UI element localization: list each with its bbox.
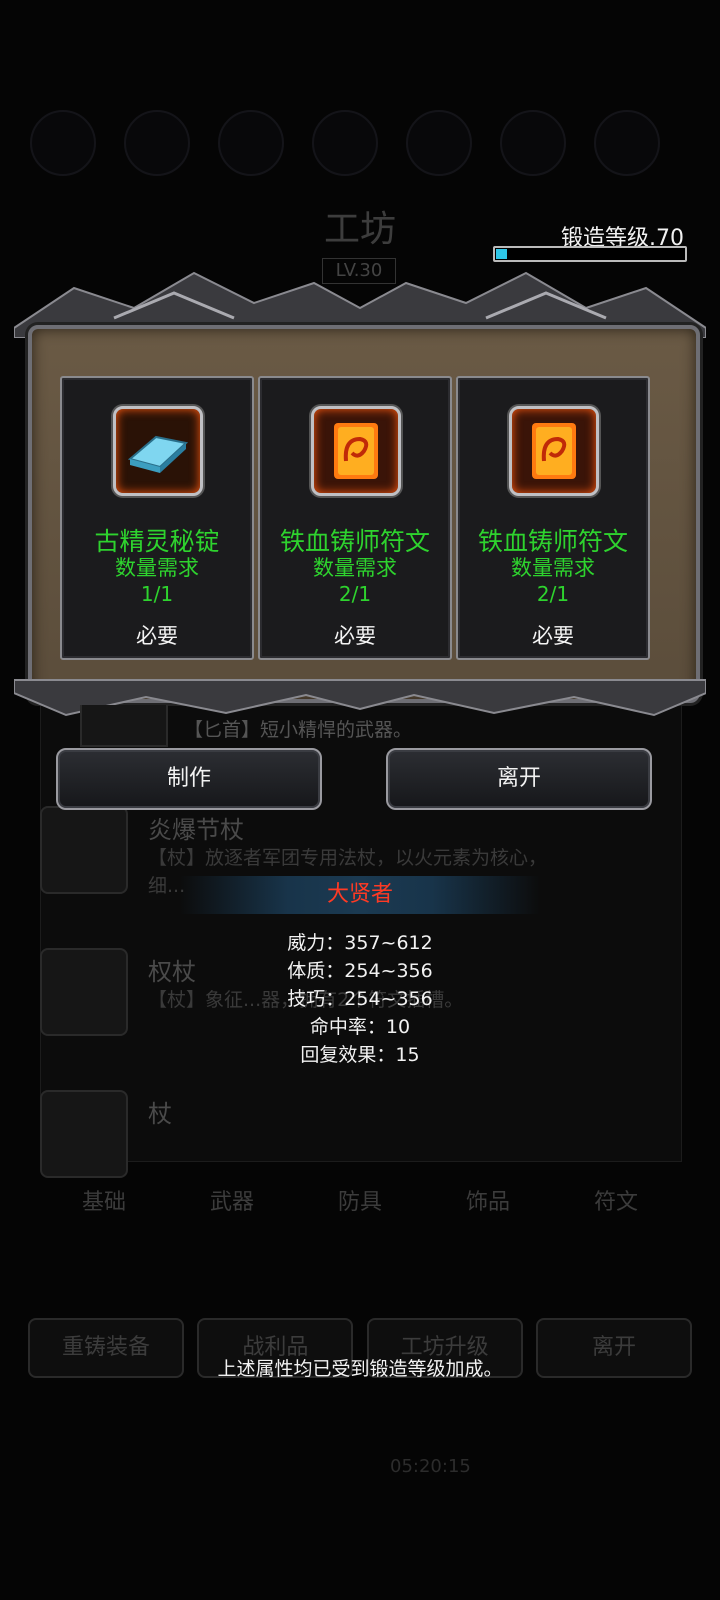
menu-icon xyxy=(124,110,190,176)
leave-button[interactable]: 离开 xyxy=(386,748,652,810)
rune-icon xyxy=(509,406,599,496)
top-icon-row xyxy=(30,110,690,180)
list-item-name: 杖 xyxy=(148,1100,172,1128)
menu-icon xyxy=(30,110,96,176)
quantity-count: 2/1 xyxy=(536,582,570,606)
requirement-card: 铁血铸师符文 数量需求 2/1 必要 xyxy=(456,376,650,660)
required-label: 必要 xyxy=(532,624,574,648)
workshop-title: 工坊 xyxy=(323,209,396,250)
tab-rune: 符文 xyxy=(593,1190,638,1215)
tab-armor: 防具 xyxy=(337,1190,382,1215)
ingot-icon xyxy=(113,406,203,496)
menu-icon xyxy=(406,110,472,176)
forge-progress-bar xyxy=(493,246,687,262)
requirement-card: 铁血铸师符文 数量需求 2/1 必要 xyxy=(258,376,452,660)
timer-text: 05:20:15 xyxy=(390,1456,471,1477)
quantity-label: 数量需求 xyxy=(511,556,595,580)
category-tabs: 基础 武器 防具 饰品 符文 xyxy=(40,1165,680,1235)
quantity-count: 1/1 xyxy=(140,582,174,606)
menu-icon xyxy=(594,110,660,176)
required-label: 必要 xyxy=(136,624,178,648)
stat-line-accuracy: 命中率：10 xyxy=(309,1016,411,1038)
list-item-peek: 【匕首】短小精悍的武器。 xyxy=(80,705,640,747)
stat-line-recovery: 回复效果：15 xyxy=(300,1044,420,1066)
menu-icon xyxy=(218,110,284,176)
tab-accessory: 饰品 xyxy=(465,1190,510,1215)
list-item-name: 炎爆节杖 xyxy=(148,816,244,844)
forge-progress-fill xyxy=(496,249,508,259)
quantity-count: 2/1 xyxy=(338,582,372,606)
tab-weapon: 武器 xyxy=(209,1190,254,1215)
stat-line-skill: 技巧：254~356 xyxy=(287,988,433,1010)
item-title: 大贤者 xyxy=(180,876,540,914)
make-button[interactable]: 制作 xyxy=(56,748,322,810)
required-label: 必要 xyxy=(334,624,376,648)
staff-thumb-icon xyxy=(40,806,128,894)
requirement-card: 古精灵秘锭 数量需求 1/1 必要 xyxy=(60,376,254,660)
list-item-desc: 【匕首】短小精悍的武器。 xyxy=(184,719,413,741)
menu-icon xyxy=(312,110,378,176)
stat-line-power: 威力：357~612 xyxy=(287,932,433,954)
stat-line-constitution: 体质：254~356 xyxy=(287,960,433,982)
tab-basic: 基础 xyxy=(81,1190,126,1215)
quantity-label: 数量需求 xyxy=(313,556,397,580)
rune-icon xyxy=(311,406,401,496)
bonus-footnote: 上述属性均已受到锻造等级加成。 xyxy=(217,1358,503,1380)
menu-icon xyxy=(500,110,566,176)
dagger-thumb-icon xyxy=(80,705,168,747)
quantity-label: 数量需求 xyxy=(115,556,199,580)
